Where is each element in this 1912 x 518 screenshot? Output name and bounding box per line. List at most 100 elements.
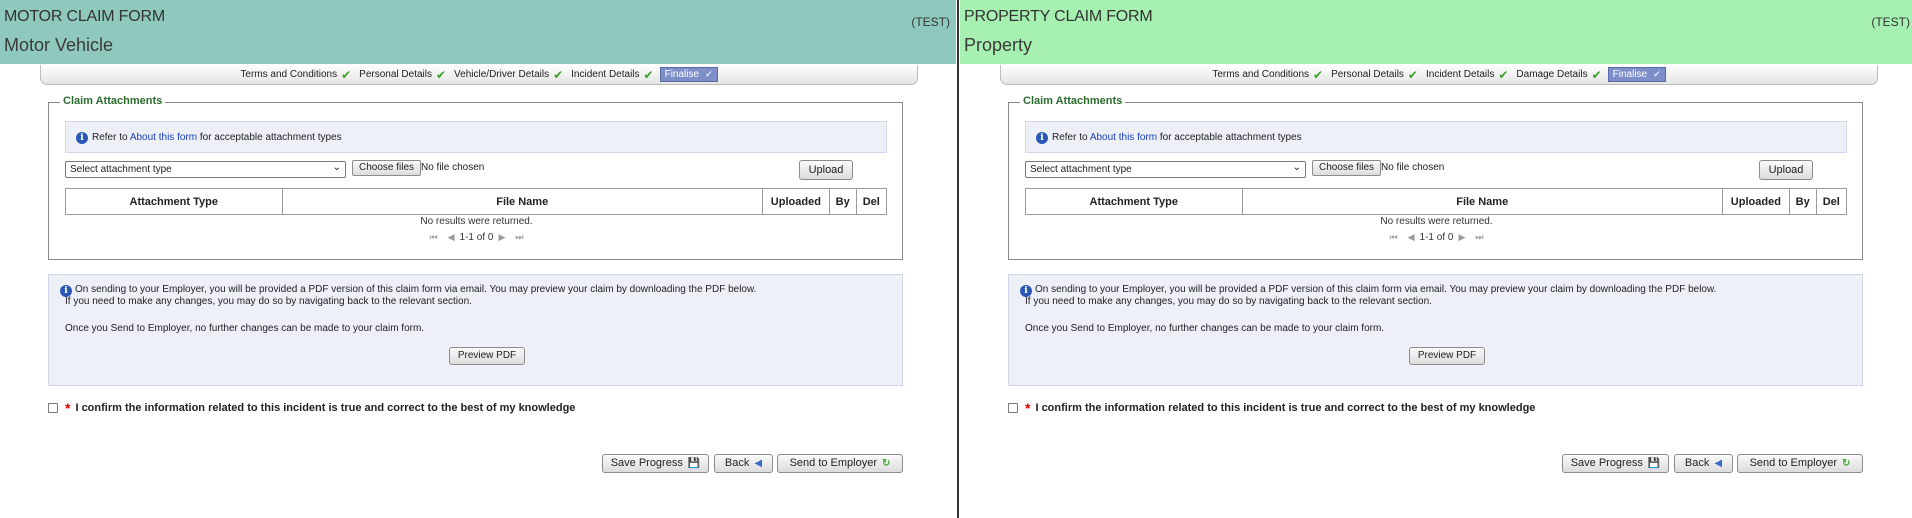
form-header: PROPERTY CLAIM FORM Property (TEST) bbox=[960, 0, 1912, 64]
attachment-type-select[interactable]: Select attachment type ⌄ bbox=[65, 161, 346, 178]
step-navigation: Terms and Conditions ✔ Personal Details ✔ … bbox=[40, 65, 918, 85]
next-page-icon[interactable]: ▶ bbox=[1458, 232, 1465, 242]
step-label: Personal Details bbox=[1331, 69, 1404, 80]
step-label: Finalise bbox=[1612, 69, 1648, 80]
notice-line-1: On sending to your Employer, you will be… bbox=[75, 284, 757, 295]
column-header[interactable]: Del bbox=[1815, 188, 1848, 215]
step-label: Terms and Conditions bbox=[240, 69, 338, 80]
green-check-icon: ✔ bbox=[1313, 67, 1324, 82]
step-label: Damage Details bbox=[1516, 69, 1588, 80]
step-label: Finalise bbox=[664, 69, 700, 80]
notice-line-3: Once you Send to Employer, no further ch… bbox=[65, 323, 425, 334]
motor-claim-panel: MOTOR CLAIM FORM Motor Vehicle (TEST) Te… bbox=[0, 0, 956, 518]
required-marker: * bbox=[65, 400, 71, 416]
attachment-info-box: i Refer to About this form for acceptabl… bbox=[1025, 121, 1847, 153]
step-personal-details[interactable]: Personal Details ✔ bbox=[359, 68, 446, 82]
back-button[interactable]: Back ◀ bbox=[714, 454, 773, 473]
step-damage-details[interactable]: Damage Details ✔ bbox=[1516, 68, 1601, 82]
confirm-label[interactable]: I confirm the information related to thi… bbox=[1035, 402, 1535, 414]
column-header[interactable]: File Name bbox=[1241, 188, 1723, 215]
confirm-row: * I confirm the information related to t… bbox=[48, 400, 575, 416]
confirm-checkbox[interactable] bbox=[1008, 403, 1018, 413]
button-label: Send to Employer bbox=[1749, 457, 1838, 469]
green-check-icon: ✔ bbox=[1498, 67, 1509, 82]
attachment-type-select[interactable]: Select attachment type ⌄ bbox=[1025, 161, 1306, 178]
step-finalise[interactable]: Finalise ✔ bbox=[1607, 67, 1666, 82]
claim-attachments-section: Claim Attachments i Refer to About this … bbox=[48, 95, 903, 260]
step-terms[interactable]: Terms and Conditions ✔ bbox=[1212, 68, 1323, 82]
attachments-table: Attachment Type File Name Uploaded By De… bbox=[1025, 188, 1848, 215]
column-header[interactable]: File Name bbox=[281, 188, 763, 215]
no-file-label: No file chosen bbox=[421, 162, 485, 173]
notice-line-2: If you need to make any changes, you may… bbox=[65, 296, 472, 307]
prev-page-icon[interactable]: ◀ bbox=[1408, 232, 1415, 242]
step-label: Terms and Conditions bbox=[1212, 69, 1310, 80]
check-icon: ✔ bbox=[705, 69, 713, 79]
no-results-text: No results were returned. bbox=[1380, 216, 1493, 227]
pager-status: 1-1 of 0 bbox=[459, 232, 494, 243]
confirm-checkbox[interactable] bbox=[48, 403, 58, 413]
choose-files-button[interactable]: Choose files bbox=[1312, 160, 1382, 176]
next-page-icon[interactable]: ▶ bbox=[498, 232, 505, 242]
form-subtitle: Property bbox=[964, 35, 1033, 55]
info-icon: i bbox=[1036, 132, 1048, 144]
column-header[interactable]: Attachment Type bbox=[65, 188, 283, 215]
about-this-form-link[interactable]: About this form bbox=[1090, 132, 1157, 143]
step-finalise[interactable]: Finalise ✔ bbox=[659, 67, 718, 82]
green-check-icon: ✔ bbox=[643, 67, 654, 82]
column-header[interactable]: Uploaded bbox=[1721, 188, 1790, 215]
confirm-label[interactable]: I confirm the information related to thi… bbox=[75, 402, 575, 414]
column-header[interactable]: By bbox=[828, 188, 857, 215]
upload-button[interactable]: Upload bbox=[799, 160, 853, 180]
select-value: Select attachment type bbox=[1030, 164, 1132, 175]
info-prefix: Refer to bbox=[1052, 132, 1090, 143]
green-check-icon: ✔ bbox=[341, 67, 352, 82]
no-file-label: No file chosen bbox=[1381, 162, 1445, 173]
button-label: Save Progress bbox=[610, 457, 683, 469]
test-tag: (TEST) bbox=[1871, 15, 1910, 29]
column-header[interactable]: Del bbox=[855, 188, 888, 215]
first-page-icon[interactable]: ⏮ bbox=[1390, 232, 1398, 242]
prev-page-icon[interactable]: ◀ bbox=[448, 232, 455, 242]
step-vehicle-driver-details[interactable]: Vehicle/Driver Details ✔ bbox=[454, 68, 563, 82]
save-progress-button[interactable]: Save Progress 💾 bbox=[602, 454, 709, 473]
send-notice-box: i On sending to your Employer, you will … bbox=[48, 274, 903, 386]
preview-pdf-button[interactable]: Preview PDF bbox=[449, 347, 525, 365]
step-incident-details[interactable]: Incident Details ✔ bbox=[1426, 68, 1508, 82]
section-legend: Claim Attachments bbox=[1020, 95, 1126, 107]
back-arrow-icon: ◀ bbox=[1714, 458, 1723, 469]
attachment-info-box: i Refer to About this form for acceptabl… bbox=[65, 121, 887, 153]
chevron-down-icon: ⌄ bbox=[332, 162, 341, 173]
upload-button[interactable]: Upload bbox=[1759, 160, 1813, 180]
first-page-icon[interactable]: ⏮ bbox=[430, 232, 438, 242]
preview-pdf-button[interactable]: Preview PDF bbox=[1409, 347, 1485, 365]
step-personal-details[interactable]: Personal Details ✔ bbox=[1331, 68, 1418, 82]
back-button[interactable]: Back ◀ bbox=[1674, 454, 1733, 473]
button-label: Back bbox=[724, 457, 750, 469]
button-label: Back bbox=[1684, 457, 1710, 469]
save-progress-button[interactable]: Save Progress 💾 bbox=[1562, 454, 1669, 473]
attachments-table: Attachment Type File Name Uploaded By De… bbox=[65, 188, 888, 215]
send-to-employer-button[interactable]: Send to Employer ↻ bbox=[777, 454, 903, 473]
form-title: MOTOR CLAIM FORM bbox=[4, 8, 165, 25]
step-navigation: Terms and Conditions ✔ Personal Details ✔ … bbox=[1000, 65, 1878, 85]
column-header[interactable]: Attachment Type bbox=[1025, 188, 1243, 215]
step-terms[interactable]: Terms and Conditions ✔ bbox=[240, 68, 351, 82]
step-incident-details[interactable]: Incident Details ✔ bbox=[571, 68, 653, 82]
about-this-form-link[interactable]: About this form bbox=[130, 132, 197, 143]
confirm-row: * I confirm the information related to t… bbox=[1008, 400, 1535, 416]
info-prefix: Refer to bbox=[92, 132, 130, 143]
send-to-employer-button[interactable]: Send to Employer ↻ bbox=[1737, 454, 1863, 473]
form-header: MOTOR CLAIM FORM Motor Vehicle (TEST) bbox=[0, 0, 956, 64]
choose-files-button[interactable]: Choose files bbox=[352, 160, 422, 176]
green-check-icon: ✔ bbox=[435, 67, 447, 82]
column-header[interactable]: By bbox=[1788, 188, 1817, 215]
send-notice-box: i On sending to your Employer, you will … bbox=[1008, 274, 1863, 386]
last-page-icon[interactable]: ⏭ bbox=[1475, 232, 1483, 242]
column-header[interactable]: Uploaded bbox=[761, 188, 830, 215]
section-legend: Claim Attachments bbox=[60, 95, 166, 107]
last-page-icon[interactable]: ⏭ bbox=[515, 232, 523, 242]
floppy-disk-icon: 💾 bbox=[687, 458, 701, 469]
green-check-icon: ✔ bbox=[1591, 67, 1602, 82]
select-value: Select attachment type bbox=[70, 164, 172, 175]
